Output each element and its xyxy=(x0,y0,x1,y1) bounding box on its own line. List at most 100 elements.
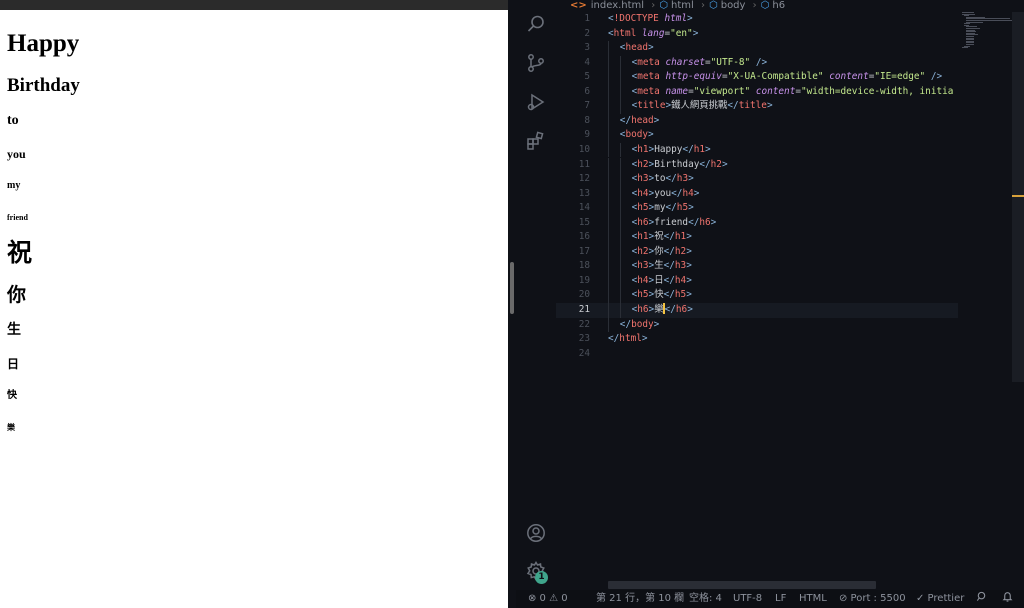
code-line[interactable]: 1 <!DOCTYPE html> xyxy=(556,12,958,27)
line-number: 9 xyxy=(584,129,590,141)
code-line[interactable]: 2 <html lang="en"> xyxy=(556,27,958,42)
indent-spaces[interactable]: 空格: 4 xyxy=(689,590,722,608)
editor-horizontal-scrollbar[interactable] xyxy=(608,581,876,589)
indent-guide xyxy=(608,244,609,260)
cursor-position[interactable]: 第 21 行，第 10 欄 xyxy=(596,590,684,608)
language-mode[interactable]: HTML xyxy=(799,590,827,608)
code-line[interactable]: 7 <title>鐵人網頁挑戰</title> xyxy=(556,99,958,114)
code-line[interactable]: 12 <h3>to</h3> xyxy=(556,172,958,187)
indent-guide xyxy=(619,215,621,231)
code-text: <h1>祝</h1> xyxy=(632,230,692,245)
search-icon[interactable] xyxy=(526,14,546,34)
encoding[interactable]: UTF-8 xyxy=(733,590,762,608)
code-token: /> xyxy=(925,71,943,83)
bell-icon[interactable] xyxy=(1002,590,1013,608)
split-resize-handle[interactable] xyxy=(510,262,514,314)
indent-guide xyxy=(608,70,609,85)
code-token: body xyxy=(631,318,654,330)
indent-guide xyxy=(619,288,621,303)
indent-guide xyxy=(608,273,609,289)
heading-h2: 你 xyxy=(7,285,27,306)
heading-h5: 快 xyxy=(7,390,17,401)
code-line[interactable]: 21 <h6>樂</h6> xyxy=(556,303,958,318)
code-token: h4 xyxy=(682,187,694,199)
code-line[interactable]: 19 <h4>日</h4> xyxy=(556,273,958,289)
code-token: content xyxy=(829,71,869,83)
feedback-icon[interactable] xyxy=(976,590,987,608)
indent-guide xyxy=(608,157,609,173)
code-token: !DOCTYPE xyxy=(613,13,665,24)
code-token: h4 xyxy=(674,274,687,286)
code-token: 日 xyxy=(654,274,664,286)
code-line[interactable]: 17 <h2>你</h2> xyxy=(556,244,958,260)
indent-guide xyxy=(619,259,621,274)
code-line[interactable]: 11 <h2>Birthday</h2> xyxy=(556,157,958,173)
line-number: 15 xyxy=(578,216,590,228)
indent-guide xyxy=(619,230,621,245)
code-token: > xyxy=(692,27,699,39)
prettier-status[interactable]: ✓ Prettier xyxy=(916,590,964,608)
code-token: meta xyxy=(637,85,666,97)
code-token: html xyxy=(619,333,642,345)
code-token: </ xyxy=(663,260,675,272)
code-line[interactable]: 3 <head> xyxy=(556,41,958,56)
code-line[interactable]: 20 <h5>快</h5> xyxy=(556,288,958,303)
account-icon[interactable] xyxy=(526,523,546,543)
breadcrumb-file[interactable]: index.html xyxy=(591,0,644,11)
editor-vertical-scrollbar[interactable] xyxy=(1012,12,1024,382)
code-line[interactable]: 9 <body> xyxy=(556,128,958,143)
breadcrumb-item-html[interactable]: html xyxy=(671,0,694,11)
code-token: > xyxy=(688,202,694,214)
chevron-right-icon: › xyxy=(700,0,705,11)
code-line[interactable]: 4 <meta charset="UTF-8" /> xyxy=(556,55,958,71)
line-number: 8 xyxy=(584,114,590,126)
indent-guide xyxy=(619,142,621,158)
code-line[interactable]: 6 <meta name="viewport" content="width=de… xyxy=(556,84,958,100)
source-control-icon[interactable] xyxy=(526,53,546,73)
indent-guide xyxy=(608,215,609,231)
code-token: h6 xyxy=(637,304,649,315)
breadcrumb-item-body[interactable]: body xyxy=(721,0,746,11)
indent-guide xyxy=(608,201,609,216)
minimap[interactable] xyxy=(962,12,1014,52)
code-line[interactable]: 24 xyxy=(556,347,958,362)
code-token: </ xyxy=(663,245,675,257)
code-token: charset xyxy=(665,56,705,68)
code-line[interactable]: 23 </html> xyxy=(556,332,958,347)
code-line[interactable]: 22 </body> xyxy=(556,317,958,333)
code-token: > xyxy=(687,304,693,315)
code-token: title xyxy=(738,100,767,112)
run-debug-icon[interactable] xyxy=(526,92,546,112)
live-server-port[interactable]: ⊘ Port : 5500 xyxy=(839,590,906,608)
code-line[interactable]: 14 <h5>my</h5> xyxy=(556,201,958,216)
line-number: 10 xyxy=(578,143,590,155)
code-token: my xyxy=(654,202,666,214)
code-token: h6 xyxy=(675,304,688,315)
breadcrumb-item-h6[interactable]: h6 xyxy=(772,0,785,11)
indent-guide xyxy=(608,84,609,100)
end-of-line[interactable]: LF xyxy=(775,590,786,608)
indent-guide xyxy=(619,99,621,114)
code-line[interactable]: 13 <h4>you</h4> xyxy=(556,186,958,202)
browser-topbar xyxy=(0,0,508,10)
code-line[interactable]: 8 </head> xyxy=(556,113,958,129)
code-text: <h2>你</h2> xyxy=(632,245,692,260)
code-line[interactable]: 16 <h1>祝</h1> xyxy=(556,230,958,245)
code-line[interactable]: 18 <h3>生</h3> xyxy=(556,259,958,274)
code-text: <h6>friend</h6> xyxy=(632,216,717,231)
code-line[interactable]: 5 <meta http-equiv="X-UA-Compatible" cont… xyxy=(556,70,958,85)
code-text: <meta charset="UTF-8" /> xyxy=(632,56,768,71)
code-editor[interactable]: 1 <!DOCTYPE html> 2 <html lang="en"> 3 <head>… xyxy=(556,12,958,582)
code-text: <meta name="viewport" content="width=dev… xyxy=(632,85,954,100)
code-line[interactable]: 15 <h6>friend</h6> xyxy=(556,215,958,231)
extensions-icon[interactable] xyxy=(526,131,546,151)
code-token: h5 xyxy=(674,289,687,301)
code-text: <html lang="en"> xyxy=(608,27,698,42)
line-number: 3 xyxy=(584,42,590,54)
line-number: 21 xyxy=(578,304,590,315)
line-number: 14 xyxy=(578,202,590,214)
line-number: 5 xyxy=(584,71,590,83)
problems-indicator[interactable]: ⊗ 0 ⚠ 0 xyxy=(528,590,568,608)
code-line[interactable]: 10 <h1>Happy</h1> xyxy=(556,142,958,158)
code-token: </ xyxy=(727,100,739,112)
